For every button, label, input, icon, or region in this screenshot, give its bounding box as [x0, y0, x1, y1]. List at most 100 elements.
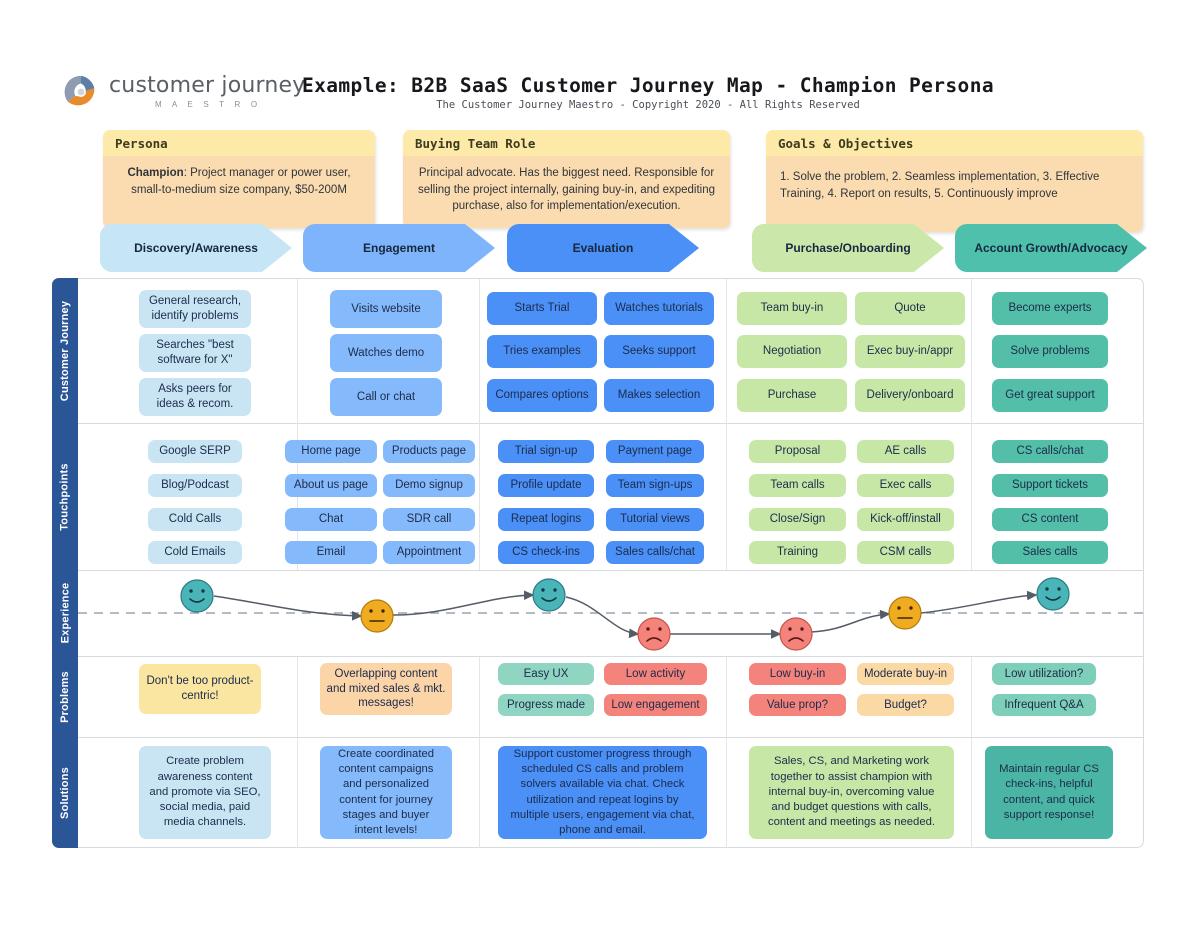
- stage-label: Account Growth/Advocacy: [974, 241, 1128, 255]
- stage-engagement[interactable]: Engagement: [303, 224, 495, 272]
- touchpoint-card[interactable]: Sales calls/chat: [606, 541, 704, 564]
- goals-objectives-heading: Goals & Objectives: [766, 130, 1143, 156]
- problem-card[interactable]: Easy UX: [498, 663, 594, 685]
- problem-card[interactable]: Low activity: [604, 663, 707, 685]
- solution-card[interactable]: Create coordinated content campaigns and…: [320, 746, 452, 839]
- stage-discovery-awareness[interactable]: Discovery/Awareness: [100, 224, 292, 272]
- journey-card[interactable]: Solve problems: [992, 335, 1108, 368]
- touchpoint-card[interactable]: Close/Sign: [749, 508, 846, 531]
- journey-card[interactable]: Quote: [855, 292, 965, 325]
- row-label-text: Experience: [59, 582, 72, 644]
- touchpoint-card[interactable]: Sales calls: [992, 541, 1108, 564]
- problem-card[interactable]: Budget?: [857, 694, 954, 716]
- journey-card[interactable]: Tries examples: [487, 335, 597, 368]
- journey-card[interactable]: Makes selection: [604, 379, 714, 412]
- stage-purchase-onboarding[interactable]: Purchase/Onboarding: [752, 224, 944, 272]
- journey-card[interactable]: Exec buy-in/appr: [855, 335, 965, 368]
- touchpoint-card[interactable]: Tutorial views: [606, 508, 704, 531]
- journey-card[interactable]: Starts Trial: [487, 292, 597, 325]
- problem-card[interactable]: Progress made: [498, 694, 594, 716]
- buying-team-role-card: Buying Team Role Principal advocate. Has…: [403, 130, 730, 228]
- stage-evaluation[interactable]: Evaluation: [507, 224, 699, 272]
- problem-card[interactable]: Infrequent Q&A: [992, 694, 1096, 716]
- touchpoint-card[interactable]: Kick-off/install: [857, 508, 954, 531]
- journey-card[interactable]: Asks peers for ideas & recom.: [139, 378, 251, 416]
- buying-team-role-body: Principal advocate. Has the biggest need…: [403, 156, 730, 228]
- stage-label: Evaluation: [572, 241, 634, 255]
- journey-card[interactable]: General research, identify problems: [139, 290, 251, 328]
- touchpoint-card[interactable]: Home page: [285, 440, 377, 463]
- problem-card[interactable]: Don't be too product-centric!: [139, 664, 261, 714]
- journey-card[interactable]: Become experts: [992, 292, 1108, 325]
- journey-card[interactable]: Compares options: [487, 379, 597, 412]
- journey-card[interactable]: Get great support: [992, 379, 1108, 412]
- journey-card[interactable]: Purchase: [737, 379, 847, 412]
- smiley-happy-icon: [532, 578, 566, 612]
- touchpoint-card[interactable]: Exec calls: [857, 474, 954, 497]
- touchpoint-card[interactable]: Blog/Podcast: [148, 474, 242, 497]
- journey-card[interactable]: Watches tutorials: [604, 292, 714, 325]
- persona-card: Persona Champion: Project manager or pow…: [103, 130, 375, 228]
- row-label-customer-journey: Customer Journey: [52, 278, 78, 423]
- solution-card[interactable]: Support customer progress through schedu…: [498, 746, 707, 839]
- touchpoint-card[interactable]: CS calls/chat: [992, 440, 1108, 463]
- touchpoint-card[interactable]: SDR call: [383, 508, 475, 531]
- stage-label: Discovery/Awareness: [134, 241, 258, 255]
- touchpoint-card[interactable]: Cold Calls: [148, 508, 242, 531]
- journey-map-page: customer journey M A E S T R O Example: …: [0, 0, 1200, 926]
- page-title: Example: B2B SaaS Customer Journey Map -…: [302, 74, 994, 97]
- goals-objectives-card: Goals & Objectives 1. Solve the problem,…: [766, 130, 1143, 232]
- touchpoint-card[interactable]: Demo signup: [383, 474, 475, 497]
- touchpoint-card[interactable]: Team calls: [749, 474, 846, 497]
- touchpoint-card[interactable]: Profile update: [498, 474, 594, 497]
- journey-card[interactable]: Call or chat: [330, 378, 442, 416]
- solution-card[interactable]: Sales, CS, and Marketing work together t…: [749, 746, 954, 839]
- touchpoint-card[interactable]: CS check-ins: [498, 541, 594, 564]
- journey-card[interactable]: Searches "best software for X": [139, 334, 251, 372]
- stage-divider: [297, 657, 298, 848]
- touchpoint-card[interactable]: Trial sign-up: [498, 440, 594, 463]
- row-label-text: Customer Journey: [59, 300, 72, 401]
- touchpoint-card[interactable]: Chat: [285, 508, 377, 531]
- stage-divider: [726, 657, 727, 848]
- touchpoint-card[interactable]: Team sign-ups: [606, 474, 704, 497]
- journey-card[interactable]: Seeks support: [604, 335, 714, 368]
- touchpoint-card[interactable]: Proposal: [749, 440, 846, 463]
- problem-card[interactable]: Moderate buy-in: [857, 663, 954, 685]
- touchpoint-card[interactable]: CSM calls: [857, 541, 954, 564]
- journey-card[interactable]: Delivery/onboard: [855, 379, 965, 412]
- touchpoint-card[interactable]: Repeat logins: [498, 508, 594, 531]
- row-label-text: Solutions: [59, 766, 72, 819]
- problem-card[interactable]: Low buy-in: [749, 663, 846, 685]
- touchpoint-card[interactable]: Payment page: [606, 440, 704, 463]
- page-subtitle: The Customer Journey Maestro - Copyright…: [436, 99, 860, 111]
- stage-label: Engagement: [362, 241, 435, 255]
- row-label-touchpoints: Touchpoints: [52, 423, 78, 570]
- journey-card[interactable]: Visits website: [330, 290, 442, 328]
- journey-card[interactable]: Watches demo: [330, 334, 442, 372]
- touchpoint-card[interactable]: About us page: [285, 474, 377, 497]
- touchpoint-card[interactable]: Appointment: [383, 541, 475, 564]
- problem-card[interactable]: Low utilization?: [992, 663, 1096, 685]
- touchpoint-card[interactable]: Support tickets: [992, 474, 1108, 497]
- smiley-sad-icon: [779, 617, 813, 651]
- solution-card[interactable]: Create problem awareness content and pro…: [139, 746, 271, 839]
- solution-card[interactable]: Maintain regular CS check-ins, helpful c…: [985, 746, 1113, 839]
- experience-curve: [78, 577, 1144, 651]
- touchpoint-card[interactable]: Email: [285, 541, 377, 564]
- touchpoint-card[interactable]: Cold Emails: [148, 541, 242, 564]
- persona-card-body: Champion: Project manager or power user,…: [103, 156, 375, 228]
- stage-divider: [971, 657, 972, 848]
- problem-card[interactable]: Value prop?: [749, 694, 846, 716]
- touchpoint-card[interactable]: Google SERP: [148, 440, 242, 463]
- problem-card[interactable]: Overlapping content and mixed sales & mk…: [320, 663, 452, 715]
- row-label-text: Problems: [59, 670, 72, 723]
- stage-account-growth-advocacy[interactable]: Account Growth/Advocacy: [955, 224, 1147, 272]
- journey-card[interactable]: Team buy-in: [737, 292, 847, 325]
- touchpoint-card[interactable]: Products page: [383, 440, 475, 463]
- problem-card[interactable]: Low engagement: [604, 694, 707, 716]
- journey-card[interactable]: Negotiation: [737, 335, 847, 368]
- touchpoint-card[interactable]: Training: [749, 541, 846, 564]
- touchpoint-card[interactable]: AE calls: [857, 440, 954, 463]
- touchpoint-card[interactable]: CS content: [992, 508, 1108, 531]
